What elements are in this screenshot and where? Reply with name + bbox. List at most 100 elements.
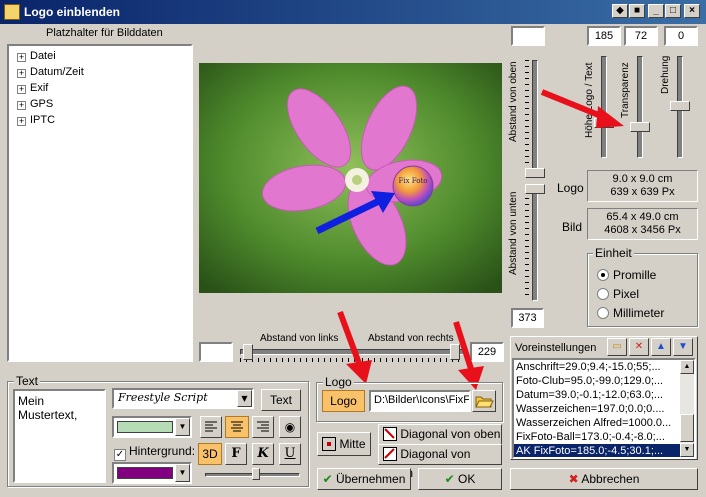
preset-item[interactable]: Wasserzeichen=197.0;0.0;0....	[514, 402, 680, 416]
presets-scrollbar[interactable]: ▲ ▼	[680, 360, 694, 457]
flower-photo: Fix Foto	[199, 63, 502, 293]
mitte-button[interactable]: Mitte	[317, 432, 371, 456]
align-right-button[interactable]	[252, 416, 274, 438]
abstand-links-label: Abstand von links	[260, 333, 339, 344]
text-input[interactable]: Mein Mustertext,	[13, 389, 106, 483]
logo-button[interactable]: Logo	[322, 390, 365, 412]
bold-button[interactable]: F	[225, 443, 247, 465]
dropdown-arrow-icon[interactable]: ▼	[175, 418, 190, 436]
scroll-down-icon[interactable]: ▼	[680, 443, 694, 457]
tick-marks	[525, 186, 529, 298]
hoehe-value[interactable]: 185	[587, 26, 621, 46]
red-arrow	[540, 89, 624, 128]
dropdown-arrow-icon[interactable]: ▼	[237, 390, 252, 407]
3d-button[interactable]: 3D	[198, 443, 222, 465]
text-button[interactable]: Text	[261, 389, 301, 411]
drehung-value[interactable]: 0	[664, 26, 698, 46]
pin-icon[interactable]: ■	[629, 4, 645, 18]
transparenz-value[interactable]: 72	[624, 26, 658, 46]
ok-button[interactable]: ✔ OK	[418, 468, 502, 490]
preset-item[interactable]: Wasserzeichen Alfred=1000.0...	[514, 416, 680, 430]
abbrechen-button[interactable]: ✖ Abbrechen	[510, 468, 698, 490]
abstand-links-value[interactable]	[199, 342, 233, 362]
abstand-unten-slider[interactable]	[532, 186, 538, 301]
expand-icon[interactable]: +	[17, 117, 26, 126]
diagonal-down-icon	[383, 427, 397, 441]
hintergrund-checkbox[interactable]: ✓ Hintergrund:	[114, 444, 195, 461]
red-arrow	[453, 321, 484, 390]
preset-item-selected[interactable]: AK FixFoto=185.0;-4.5;30.1;...	[514, 444, 680, 457]
tick-marks	[525, 60, 529, 172]
text-color-select[interactable]: ▼	[112, 416, 192, 438]
logo-overlay	[392, 165, 434, 207]
abstand-links-thumb[interactable]	[243, 344, 253, 360]
italic-button[interactable]: K	[252, 443, 274, 465]
font-select[interactable]: Freestyle Script ▼	[112, 388, 254, 409]
minimize-button[interactable]: _	[648, 4, 664, 18]
radio-indicator[interactable]	[597, 307, 609, 319]
drehung-label: Drehung	[660, 55, 671, 94]
preset-down-button[interactable]: ▼	[673, 338, 693, 356]
text-color-swatch	[117, 421, 173, 433]
abstand-unten-label: Abstand von unten	[508, 191, 519, 275]
presets-list[interactable]: Anschrift=29.0;9.4;-15.0;55;... Foto-Clu…	[512, 358, 696, 459]
open-folder-button[interactable]	[472, 390, 496, 412]
align-left-icon	[205, 421, 217, 432]
text-group-label: Text	[14, 374, 41, 388]
bild-size-cm: 65.4 x 49.0 cm	[606, 211, 679, 223]
logo-group-label: Logo	[323, 375, 354, 389]
placeholder-tree[interactable]: + Datei + Datum/Zeit + Exif + GPS + IPTC	[7, 44, 193, 362]
abstand-unten-thumb[interactable]	[525, 184, 545, 194]
diagonal-oben-button[interactable]: Diagonal von oben	[378, 424, 502, 445]
tree-item-datum[interactable]: + Datum/Zeit	[17, 66, 84, 80]
radio-indicator[interactable]	[597, 288, 609, 300]
preset-item[interactable]: Foto-Club=95.0;-99.0;129.0;...	[514, 374, 680, 388]
top-blank-field[interactable]	[511, 26, 545, 46]
help-icon[interactable]: ◆	[612, 4, 628, 18]
tree-item-datei[interactable]: + Datei	[17, 50, 56, 64]
align-center-icon	[231, 421, 243, 432]
diagonal-unten-button[interactable]: Diagonal von unten	[378, 444, 502, 480]
uebernehmen-button[interactable]: ✔ Übernehmen	[317, 468, 411, 490]
eye-button[interactable]: ◉	[279, 416, 301, 438]
tree-item-iptc[interactable]: + IPTC	[17, 114, 55, 128]
scroll-up-icon[interactable]: ▲	[680, 360, 694, 374]
dropdown-arrow-icon[interactable]: ▼	[175, 464, 190, 482]
logo-size-cm: 9.0 x 9.0 cm	[612, 173, 673, 185]
expand-icon[interactable]: +	[17, 101, 26, 110]
expand-icon[interactable]: +	[17, 69, 26, 78]
expand-icon[interactable]: +	[17, 85, 26, 94]
transparenz-slider[interactable]	[637, 56, 643, 158]
close-button[interactable]: ×	[684, 4, 700, 18]
align-left-button[interactable]	[200, 416, 222, 438]
expand-icon[interactable]: +	[17, 53, 26, 62]
radio-indicator[interactable]	[597, 269, 609, 281]
scroll-thumb[interactable]	[680, 414, 694, 442]
text-size-thumb[interactable]	[252, 468, 260, 480]
preset-item[interactable]: FixFoto-Ball=173.0;-0.4;-8.0;...	[514, 430, 680, 444]
preset-item[interactable]: Anschrift=29.0;9.4;-15.0;55;...	[514, 360, 680, 374]
underline-button[interactable]: U	[279, 443, 301, 465]
check-icon: ✔	[444, 472, 455, 486]
drehung-thumb[interactable]	[670, 101, 690, 111]
preset-folder-button[interactable]: ▭	[607, 338, 627, 356]
logo-info-label: Logo	[557, 181, 584, 195]
radio-promille[interactable]: Promille	[597, 268, 656, 282]
transparenz-thumb[interactable]	[630, 122, 650, 132]
bild-info-label: Bild	[562, 220, 583, 234]
preset-up-button[interactable]: ▲	[651, 338, 671, 356]
tree-item-gps[interactable]: + GPS	[17, 98, 53, 112]
align-center-button[interactable]	[225, 416, 249, 438]
abstand-oben-thumb[interactable]	[525, 168, 545, 178]
abstand-unten-value[interactable]: 373	[511, 308, 544, 328]
logo-path-input[interactable]: D:\Bilder\Icons\FixF	[369, 390, 471, 412]
radio-pixel[interactable]: Pixel	[597, 287, 639, 301]
checkbox-checked-icon[interactable]: ✓	[114, 449, 126, 461]
maximize-button[interactable]: □	[665, 4, 681, 18]
bg-color-select[interactable]: ▼	[112, 462, 192, 484]
preset-item[interactable]: Datum=39.0;-0.1;-12.0;63.0;...	[514, 388, 680, 402]
preset-delete-button[interactable]: ✕	[629, 338, 649, 356]
radio-millimeter[interactable]: Millimeter	[597, 306, 664, 320]
arrow-down-icon: ▼	[678, 341, 688, 352]
tree-item-exif[interactable]: + Exif	[17, 82, 48, 96]
